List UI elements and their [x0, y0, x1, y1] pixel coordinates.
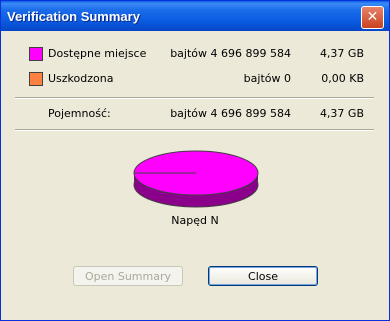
- drive-usage-pie-chart: [133, 150, 259, 208]
- separator-bottom: [15, 129, 374, 131]
- row-bytes: bajtów 4 696 899 584: [170, 47, 291, 60]
- capacity-bytes: bajtów 4 696 899 584: [170, 107, 291, 120]
- row-damaged: Uszkodzona bajtów 0 0,00 KB: [1, 72, 389, 88]
- separator-top: [15, 97, 374, 99]
- title-bar[interactable]: Verification Summary ✕: [1, 1, 389, 31]
- row-label: Uszkodzona: [48, 72, 114, 85]
- drive-label: Napęd N: [171, 214, 219, 227]
- window-title: Verification Summary: [7, 9, 140, 24]
- capacity-size: 4,37 GB: [319, 107, 364, 120]
- row-available-space: Dostępne miejsce bajtów 4 696 899 584 4,…: [1, 47, 389, 63]
- row-size: 4,37 GB: [319, 47, 364, 60]
- row-size: 0,00 KB: [321, 72, 364, 85]
- close-button[interactable]: Close: [208, 266, 318, 286]
- verification-summary-dialog: Verification Summary ✕ Dostępne miejsce …: [0, 0, 390, 321]
- row-label: Dostępne miejsce: [48, 47, 147, 60]
- row-capacity: Pojemność: bajtów 4 696 899 584 4,37 GB: [1, 107, 389, 123]
- close-icon: ✕: [366, 9, 379, 25]
- close-window-button[interactable]: ✕: [361, 6, 384, 29]
- open-summary-button[interactable]: Open Summary: [73, 266, 183, 286]
- row-bytes: bajtów 0: [243, 72, 291, 85]
- legend-swatch-damaged: [29, 72, 43, 86]
- legend-swatch-available: [29, 47, 43, 61]
- capacity-label: Pojemność:: [48, 107, 111, 120]
